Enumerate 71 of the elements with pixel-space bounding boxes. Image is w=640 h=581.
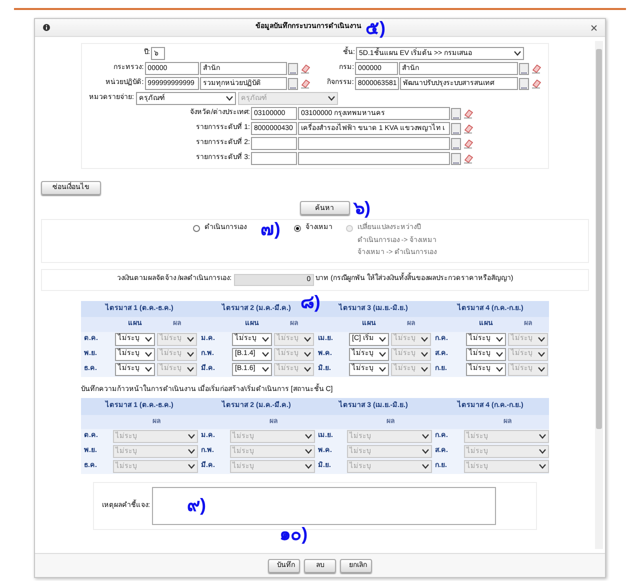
annotation-number: ๘) <box>300 292 320 310</box>
chevron-down-icon <box>422 449 429 454</box>
eraser-icon[interactable] <box>463 123 474 134</box>
input-field[interactable] <box>298 137 450 150</box>
eraser-icon[interactable] <box>463 138 474 149</box>
input-field[interactable] <box>251 137 297 150</box>
close-icon[interactable] <box>591 24 597 30</box>
input-field[interactable] <box>251 152 297 165</box>
chevron-down-icon <box>539 434 546 439</box>
chevron-down-icon <box>304 366 311 372</box>
chevron-down-icon <box>328 96 335 101</box>
eraser-icon[interactable] <box>300 78 311 89</box>
chevron-down-icon <box>145 352 152 356</box>
annotation-number: ๖) <box>354 199 370 217</box>
chevron-down-icon <box>187 352 194 356</box>
chevron-down-icon <box>421 352 428 356</box>
annotation-number: ๑๐) <box>280 525 308 543</box>
chevron-down-icon <box>538 336 545 342</box>
chevron-down-icon <box>539 464 546 469</box>
chevron-down-icon <box>226 96 233 101</box>
chevron-down-icon <box>187 336 194 342</box>
input-field[interactable] <box>298 152 450 165</box>
chevron-down-icon <box>145 366 152 372</box>
chevron-down-icon <box>305 434 312 439</box>
chevron-down-icon <box>262 336 269 342</box>
chevron-down-icon <box>422 434 429 439</box>
chevron-down-icon <box>379 366 386 372</box>
chevron-down-icon <box>422 464 429 469</box>
browse-button[interactable] <box>519 62 529 74</box>
browse-button[interactable] <box>451 152 461 164</box>
annotation-number: ๕) <box>366 18 386 36</box>
chevron-down-icon <box>262 352 269 356</box>
browse-button[interactable] <box>451 122 461 134</box>
browse-button[interactable] <box>451 138 461 150</box>
radio-button[interactable] <box>193 224 200 232</box>
chevron-down-icon <box>305 449 312 454</box>
chevron-down-icon <box>304 352 311 356</box>
chevron-down-icon <box>496 352 503 356</box>
radio-button[interactable] <box>294 224 302 232</box>
eraser-icon[interactable] <box>531 63 542 74</box>
chevron-down-icon <box>496 366 503 372</box>
browse-button[interactable] <box>451 108 461 120</box>
eraser-icon[interactable] <box>463 108 474 119</box>
chevron-down-icon <box>188 449 195 454</box>
browse-button[interactable] <box>519 78 529 90</box>
annotation-number: ๗) <box>260 220 280 238</box>
chevron-down-icon <box>379 352 386 356</box>
eraser-icon[interactable] <box>463 153 474 164</box>
chevron-down-icon <box>421 336 428 342</box>
reason-textarea[interactable]: ๙) <box>152 487 496 525</box>
chevron-down-icon <box>187 366 194 372</box>
eraser-icon[interactable] <box>531 78 542 89</box>
chevron-down-icon <box>379 336 386 342</box>
chevron-down-icon <box>188 434 195 439</box>
chevron-down-icon <box>538 352 545 356</box>
chevron-down-icon <box>514 51 521 56</box>
chevron-down-icon <box>305 464 312 469</box>
chevron-down-icon <box>538 366 545 372</box>
chevron-down-icon <box>188 464 195 469</box>
scrollbar[interactable] <box>595 41 603 549</box>
chevron-down-icon <box>539 449 546 454</box>
eraser-icon[interactable] <box>300 63 311 74</box>
browse-button[interactable] <box>288 62 298 74</box>
chevron-down-icon <box>262 366 269 372</box>
chevron-down-icon <box>496 336 503 342</box>
chevron-down-icon <box>304 336 311 342</box>
info-icon <box>43 24 50 31</box>
chevron-down-icon <box>145 336 152 342</box>
chevron-down-icon <box>421 366 428 372</box>
browse-button[interactable] <box>288 78 298 90</box>
annotation-number: ๙) <box>187 496 206 514</box>
